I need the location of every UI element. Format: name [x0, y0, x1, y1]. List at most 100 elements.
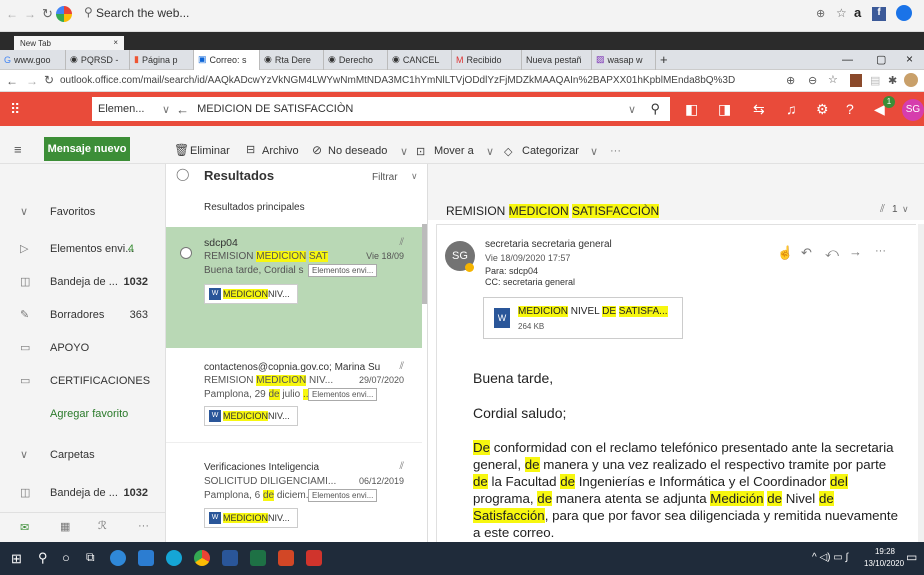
- delete-button[interactable]: Eliminar: [190, 145, 230, 157]
- excel-icon[interactable]: [250, 550, 266, 566]
- window-close-icon[interactable]: ×: [906, 52, 913, 66]
- list-item[interactable]: contactenos@copnia.gov.co; Marina Su ⫽ R…: [166, 353, 422, 443]
- search-icon[interactable]: ⚲: [650, 101, 660, 117]
- forward-arrow-icon[interactable]: →: [849, 244, 862, 259]
- chevron-down-icon[interactable]: ∨: [162, 103, 170, 116]
- search-box[interactable]: Elemen... ∨ ← MEDICION DE SATISFACCIÒN ∨…: [92, 97, 670, 121]
- install-icon[interactable]: ⊕: [786, 74, 795, 87]
- tab-correo[interactable]: ▣ Correo: s: [194, 49, 260, 70]
- reply-all-icon[interactable]: ⤺: [825, 245, 839, 261]
- profile-icon[interactable]: [904, 73, 918, 87]
- system-tray-icons[interactable]: ^ ◁) ▭ ∫: [812, 552, 848, 563]
- sidebar-item-certificaciones[interactable]: ▭ CERTIFICACIONES: [0, 371, 166, 391]
- more-icon[interactable]: ···: [875, 245, 886, 257]
- filter-button[interactable]: Filtrar: [372, 172, 398, 183]
- attachment-card[interactable]: W MEDICION NIVEL DE SATISFA... 264 KB: [483, 297, 683, 339]
- tab-cancel[interactable]: ◉ CANCEL: [388, 49, 452, 70]
- store-icon[interactable]: [138, 550, 154, 566]
- sidebar-item-inbox[interactable]: ◫ Bandeja de ... 1032: [0, 272, 166, 292]
- attachment-chip[interactable]: W MEDICION NIV...: [204, 406, 298, 426]
- clock-date[interactable]: 13/10/2020: [864, 559, 904, 568]
- tab-google[interactable]: Gwww.goo: [0, 49, 66, 70]
- tab-nueva[interactable]: Nueva pestañ: [522, 49, 592, 70]
- reload-icon[interactable]: ↻: [42, 6, 53, 22]
- move-button[interactable]: Mover a: [434, 145, 474, 157]
- chevron-down-icon[interactable]: ∨: [400, 145, 408, 158]
- archive-icon[interactable]: ⊟: [246, 143, 255, 156]
- people-icon[interactable]: ℛ: [98, 519, 107, 532]
- facebook-icon[interactable]: f: [872, 7, 886, 21]
- forward-icon[interactable]: →: [24, 7, 36, 21]
- bell-icon[interactable]: ♫: [786, 101, 797, 117]
- select-all-icon[interactable]: ◯: [176, 167, 189, 181]
- acrobat-icon[interactable]: [306, 550, 322, 566]
- clock-time[interactable]: 19:28: [868, 547, 902, 556]
- mail-icon[interactable]: ✉: [20, 521, 29, 534]
- new-tab-button[interactable]: +: [656, 50, 680, 70]
- attachment-chip[interactable]: W MEDICION NIV...: [204, 508, 298, 528]
- move-icon[interactable]: ⊡: [416, 145, 425, 158]
- edge-icon[interactable]: [166, 550, 182, 566]
- gear-icon[interactable]: ⚙: [816, 101, 829, 118]
- trash-icon[interactable]: 🗑: [174, 143, 189, 157]
- tag-icon[interactable]: ◇: [504, 145, 512, 158]
- paperclip-icon[interactable]: ⫽: [880, 203, 885, 216]
- search-input[interactable]: MEDICION DE SATISFACCIÒN: [197, 103, 353, 115]
- avatar[interactable]: SG: [902, 99, 924, 121]
- add-favorite-link[interactable]: Agregar favorito: [0, 404, 166, 424]
- tab-wasap[interactable]: ▨ wasap w: [592, 49, 656, 70]
- web-search-input[interactable]: Search the web...: [96, 6, 189, 20]
- restore-icon[interactable]: ▢: [876, 53, 886, 66]
- select-circle[interactable]: [180, 247, 192, 259]
- list-item[interactable]: sdcp04 ⫽ REMISION MEDICION SAT Vie 18/09…: [166, 227, 422, 348]
- minimize-icon[interactable]: —: [842, 54, 853, 66]
- todo-icon[interactable]: ⇆: [753, 101, 765, 118]
- extension-icon[interactable]: [896, 5, 912, 21]
- new-message-button[interactable]: Mensaje nuevo: [44, 137, 130, 161]
- url-input[interactable]: outlook.office.com/mail/search/id/AAQkAD…: [60, 75, 735, 86]
- close-icon[interactable]: ×: [113, 38, 118, 47]
- calendar-icon[interactable]: [850, 74, 862, 87]
- archive-button[interactable]: Archivo: [262, 145, 299, 157]
- windows-start-icon[interactable]: ⊞: [11, 551, 22, 567]
- tab-rta[interactable]: ◉ Rta Dere: [260, 49, 324, 70]
- sidebar-item-drafts[interactable]: ✎ Borradores 363: [0, 305, 166, 325]
- amazon-icon[interactable]: a: [854, 5, 861, 20]
- search-icon[interactable]: ⚲: [38, 550, 48, 566]
- categorize-button[interactable]: Categorizar: [522, 145, 579, 157]
- back-arrow-icon[interactable]: ←: [176, 102, 189, 117]
- zoom-icon[interactable]: ⊕: [816, 7, 825, 20]
- chevron-down-icon[interactable]: ∨: [486, 145, 494, 158]
- tab-derecho[interactable]: ◉ Derecho: [324, 49, 388, 70]
- attachment-chip[interactable]: W MEDICION NIV...: [204, 284, 298, 304]
- like-icon[interactable]: ☝: [777, 245, 793, 261]
- extension-icon[interactable]: ▤: [870, 74, 880, 87]
- list-item[interactable]: Verificaciones Inteligencia ⫽ SOLICITUD …: [166, 453, 422, 542]
- help-icon[interactable]: ?: [846, 101, 854, 117]
- star-icon[interactable]: ☆: [836, 6, 847, 20]
- app-icon[interactable]: [110, 550, 126, 566]
- sidebar-item-apoyo[interactable]: ▭ APOYO: [0, 338, 166, 358]
- cortana-icon[interactable]: ○: [62, 550, 70, 565]
- chrome-icon[interactable]: [194, 550, 210, 566]
- favorites-header[interactable]: ∨ Favoritos: [0, 202, 166, 222]
- sender-name[interactable]: secretaria secretaria general: [485, 239, 612, 250]
- chevron-down-icon[interactable]: ∨: [628, 103, 636, 116]
- calendar-icon[interactable]: ▦: [60, 520, 70, 533]
- tab-recibido[interactable]: M Recibido: [452, 49, 522, 70]
- chevron-down-icon[interactable]: ∨: [590, 145, 598, 158]
- block-icon[interactable]: ⊘: [312, 143, 322, 157]
- search-scope-select[interactable]: Elemen...: [92, 103, 162, 115]
- back-icon[interactable]: ←: [6, 74, 18, 88]
- zoom-icon[interactable]: ⊖: [808, 74, 817, 87]
- reload-icon[interactable]: ↻: [44, 73, 54, 87]
- more-icon[interactable]: ···: [610, 145, 621, 157]
- chevron-down-icon[interactable]: ∨: [902, 204, 909, 215]
- notifications-icon[interactable]: ▭: [906, 550, 917, 564]
- back-icon[interactable]: ←: [6, 7, 18, 21]
- powerpoint-icon[interactable]: [278, 550, 294, 566]
- word-icon[interactable]: [222, 550, 238, 566]
- junk-button[interactable]: No deseado: [328, 145, 387, 157]
- tab-pagina[interactable]: ▮ Página p: [130, 49, 194, 70]
- app-launcher-icon[interactable]: ⠿: [10, 101, 20, 118]
